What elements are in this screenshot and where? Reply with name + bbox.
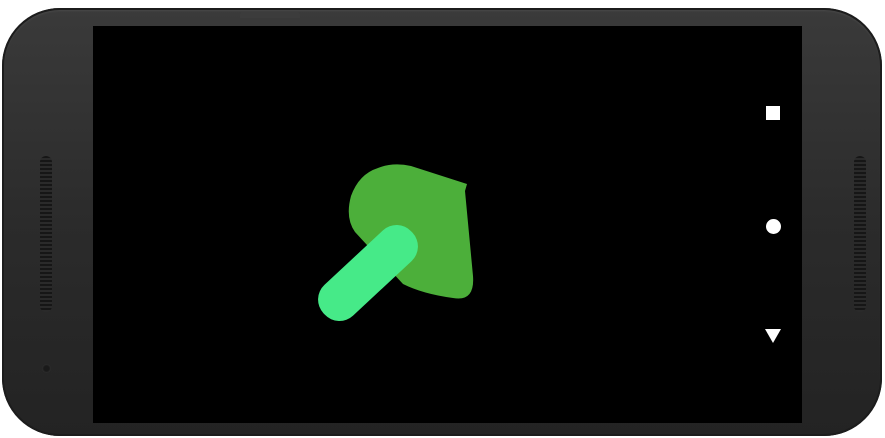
- home-button[interactable]: [759, 212, 787, 240]
- device-screen: [93, 26, 802, 423]
- circle-icon: [765, 218, 781, 234]
- right-speaker-grille: [854, 156, 866, 312]
- navigation-bar: [743, 26, 802, 423]
- front-camera: [42, 364, 51, 373]
- square-icon: [766, 106, 780, 120]
- triangle-down-icon: [765, 329, 781, 343]
- back-button[interactable]: [759, 322, 787, 350]
- left-speaker-grille: [40, 156, 52, 312]
- game-canvas[interactable]: [93, 26, 743, 423]
- recents-button[interactable]: [759, 99, 787, 127]
- power-button: [240, 12, 300, 18]
